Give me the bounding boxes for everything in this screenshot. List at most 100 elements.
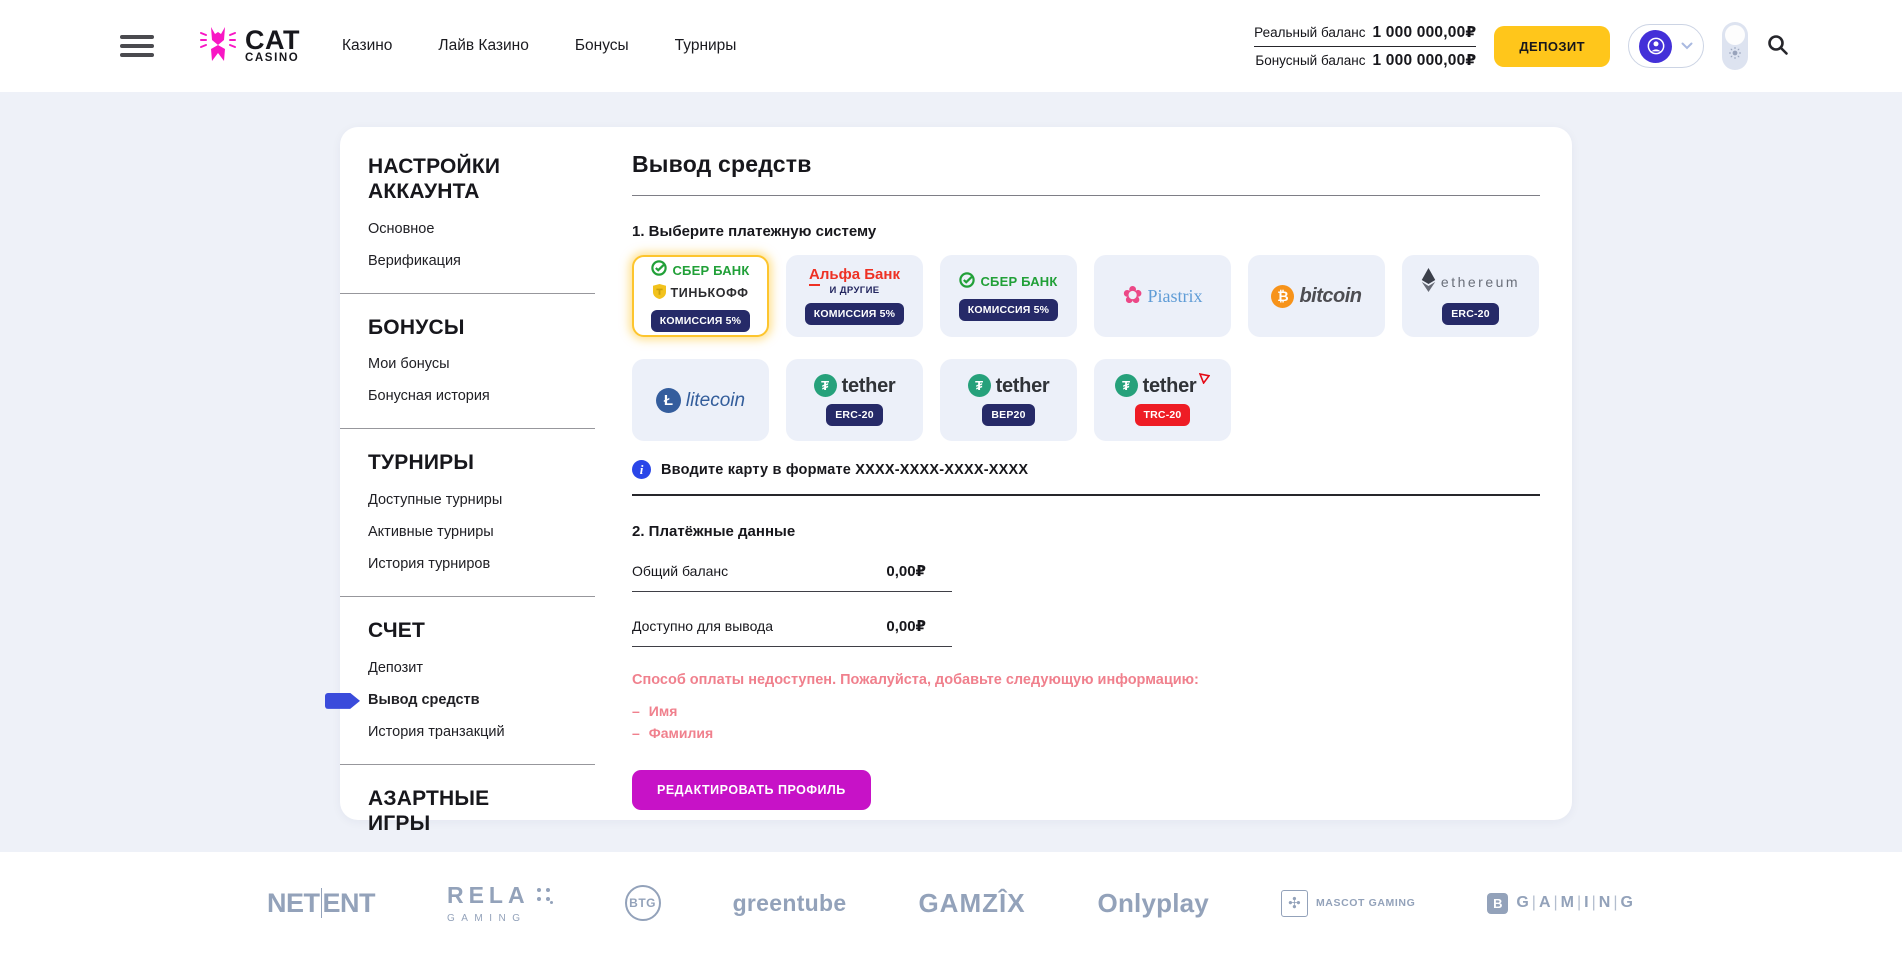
balance-value: 1 000 000,00₽ (1372, 51, 1476, 70)
account-panel: НАСТРОЙКИ АККАУНТАОсновноеВерификацияБОН… (340, 127, 1572, 820)
sidebar-item-история-транзакций[interactable]: История транзакций (368, 724, 595, 740)
payment-method-tether-erc20[interactable]: ₮tether ERC-20 (786, 359, 923, 441)
nav-item-live-casino[interactable]: Лайв Казино (438, 37, 528, 55)
provider-greentube-logo: greentube (733, 890, 847, 917)
payment-method-tether-bep20[interactable]: ₮tether BEP20 (940, 359, 1077, 441)
sidebar-item-бонусная-история[interactable]: Бонусная история (368, 388, 595, 404)
provider-mascot-logo: ✣MASCOT GAMING (1281, 890, 1415, 917)
ethereum-label: ethereum (1441, 275, 1520, 289)
theme-toggle[interactable] (1722, 22, 1748, 70)
logo-subtitle: CASINO (245, 53, 300, 64)
provider-onlyplay-logo: Onlyplay (1098, 888, 1209, 919)
pm-badge: TRC-20 (1135, 404, 1191, 426)
pm-row: ₿bitcoin (1271, 285, 1361, 308)
pm-badge: ERC-20 (826, 404, 883, 426)
hamburger-menu-icon[interactable] (120, 35, 154, 57)
dash: – (632, 703, 640, 719)
page-title: Вывод средств (632, 151, 1540, 178)
dash: – (632, 725, 640, 741)
site-logo[interactable]: CAT CASINO (198, 24, 300, 69)
litecoin-icon: Ł (656, 388, 681, 413)
balance-value: 1 000 000,00₽ (1372, 23, 1476, 42)
pm-row: ТИНЬКОФФ (653, 284, 749, 303)
pm-row: СБЕР БАНК (959, 272, 1057, 292)
payment-method-piastrix[interactable]: ✿ Piastrix (1094, 255, 1231, 337)
pm-row: ethereum (1421, 268, 1520, 296)
payment-method-sberbank-tinkoff[interactable]: СБЕР БАНК ТИНЬКОФФ КОМИССИЯ 5% (632, 255, 769, 337)
sidebar-item-история-турниров[interactable]: История турниров (368, 556, 595, 572)
provider-bgaming-logo: BG|A|M|I|N|G (1487, 893, 1635, 914)
card-format-note: i Вводите карту в формате XXXX-XXXX-XXXX… (632, 460, 1540, 479)
pm-sublabel: И ДРУГИЕ (829, 286, 879, 296)
provider-netent-logo: NETENT (267, 888, 375, 919)
pm-row: ✿ Piastrix (1122, 284, 1202, 308)
field-row: Общий баланс0,00₽ (632, 562, 952, 592)
missing-info-label: Имя (649, 703, 678, 719)
profile-dropdown[interactable] (1628, 24, 1704, 68)
theme-toggle-knob (1725, 25, 1745, 45)
divider-dark (632, 494, 1540, 496)
providers-strip: NETENTRELAGAMINGBTGgreentubeGAMZÎXOnlypl… (267, 882, 1635, 924)
payment-methods-grid: СБЕР БАНК ТИНЬКОФФ КОМИССИЯ 5% Альфа Банк И … (632, 255, 1540, 441)
pm-row: ₮tether (968, 374, 1050, 397)
field-label: Доступно для вывода (632, 618, 773, 634)
sidebar-section-account: СЧЕТДепозитВывод средствИстория транзакц… (340, 596, 595, 764)
payment-method-sberbank[interactable]: СБЕР БАНККОМИССИЯ 5% (940, 255, 1077, 337)
tinkoff-icon (653, 284, 666, 303)
field-value: 0,00₽ (886, 617, 952, 635)
tether-icon: ₮ (1115, 374, 1138, 397)
tether-icon: ₮ (814, 374, 837, 397)
balance-row: Реальный баланс1 000 000,00₽ (1254, 19, 1476, 47)
tether-label: tether (842, 376, 896, 396)
litecoin-label: litecoin (686, 391, 745, 410)
step2-label: 2. Платёжные данные (632, 523, 1540, 540)
sidebar-item-вывод-средств[interactable]: Вывод средств (368, 692, 595, 708)
sun-icon (1729, 46, 1741, 64)
pm-row: Łlitecoin (656, 388, 745, 413)
deposit-button[interactable]: ДЕПОЗИТ (1494, 26, 1610, 67)
provider-btg-logo: BTG (625, 885, 661, 921)
sidebar-item-основное[interactable]: Основное (368, 221, 595, 237)
payment-method-litecoin[interactable]: Łlitecoin (632, 359, 769, 441)
edit-profile-button[interactable]: РЕДАКТИРОВАТЬ ПРОФИЛЬ (632, 770, 871, 810)
piastrix-label: Piastrix (1148, 287, 1203, 305)
pm-badge: КОМИССИЯ 5% (651, 310, 750, 332)
ethereum-icon (1421, 268, 1436, 296)
missing-info-item: –Имя (632, 703, 1540, 719)
sidebar-item-доступные-турниры[interactable]: Доступные турниры (368, 492, 595, 508)
relax-dots-icon (537, 888, 553, 904)
payment-method-bitcoin[interactable]: ₿bitcoin (1248, 255, 1385, 337)
payment-method-tether-trc20[interactable]: ₮tether TRC-20 (1094, 359, 1231, 441)
sberbank-icon (651, 260, 667, 280)
sidebar-section-tournaments: ТУРНИРЫДоступные турнирыАктивные турниры… (340, 428, 595, 596)
nav-item-casino[interactable]: Казино (342, 37, 392, 55)
divider (632, 195, 1540, 196)
avatar (1639, 30, 1672, 63)
balance-block: Реальный баланс1 000 000,00₽ Бонусный бал… (1254, 19, 1476, 74)
piastrix-flower-icon: ✿ (1122, 284, 1142, 308)
sidebar-section-account-settings: НАСТРОЙКИ АККАУНТАОсновноеВерификация (368, 133, 595, 293)
pm-row: ₮tether (1115, 374, 1211, 397)
footer: NETENTRELAGAMINGBTGgreentubeGAMZÎXOnlypl… (0, 852, 1902, 954)
nav-item-bonuses[interactable]: Бонусы (575, 37, 629, 55)
sberbank-icon (959, 272, 975, 292)
sidebar-item-депозит[interactable]: Депозит (368, 660, 595, 676)
pm-badge: КОМИССИЯ 5% (805, 303, 904, 325)
missing-info-item: –Фамилия (632, 725, 1540, 741)
sidebar-item-верификация[interactable]: Верификация (368, 253, 595, 269)
field-value: 0,00₽ (886, 562, 952, 580)
alfabank-label: Альфа Банк (809, 267, 900, 282)
payment-method-alfa-bank[interactable]: Альфа Банк И ДРУГИЕ КОМИССИЯ 5% (786, 255, 923, 337)
search-icon (1766, 33, 1790, 60)
payment-method-ethereum[interactable]: ethereumERC-20 (1402, 255, 1539, 337)
main-nav: Казино Лайв Казино Бонусы Турниры (342, 37, 736, 55)
pm-row: СБЕР БАНК (651, 260, 749, 280)
pm-row: Альфа Банк (809, 267, 900, 282)
pm-badge: BEP20 (982, 404, 1034, 426)
balance-label: Бонусный баланс (1255, 53, 1365, 68)
search-button[interactable] (1766, 33, 1790, 60)
sidebar-item-активные-турниры[interactable]: Активные турниры (368, 524, 595, 540)
sidebar: НАСТРОЙКИ АККАУНТАОсновноеВерификацияБОН… (340, 127, 595, 892)
sidebar-item-мои-бонусы[interactable]: Мои бонусы (368, 356, 595, 372)
nav-item-tournaments[interactable]: Турниры (675, 37, 737, 55)
